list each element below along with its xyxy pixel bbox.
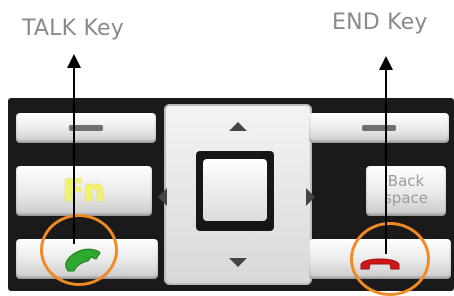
end-key-callout-label: END Key [332, 10, 428, 35]
talk-key-callout-label: TALK Key [22, 16, 124, 41]
end-key-highlight-circle [350, 222, 430, 296]
fn-key[interactable]: Fn [16, 166, 152, 216]
up-arrow-icon[interactable] [229, 122, 247, 132]
right-soft-key[interactable] [309, 113, 449, 143]
fn-key-label: Fn [63, 174, 105, 209]
left-arrow-icon[interactable] [158, 188, 168, 206]
backspace-key[interactable]: Back space [366, 166, 446, 216]
dpad-select-key[interactable] [196, 151, 274, 231]
right-arrow-icon[interactable] [306, 188, 316, 206]
end-key-arrow-line [385, 68, 387, 254]
left-soft-key[interactable] [16, 113, 156, 143]
right-soft-key-bar [362, 125, 396, 131]
dpad-select-key-face [203, 159, 267, 221]
backspace-key-label: Back space [383, 172, 428, 207]
talk-key-highlight-circle [40, 214, 118, 286]
talk-key-arrow-line [73, 66, 75, 244]
down-arrow-icon[interactable] [229, 258, 247, 268]
